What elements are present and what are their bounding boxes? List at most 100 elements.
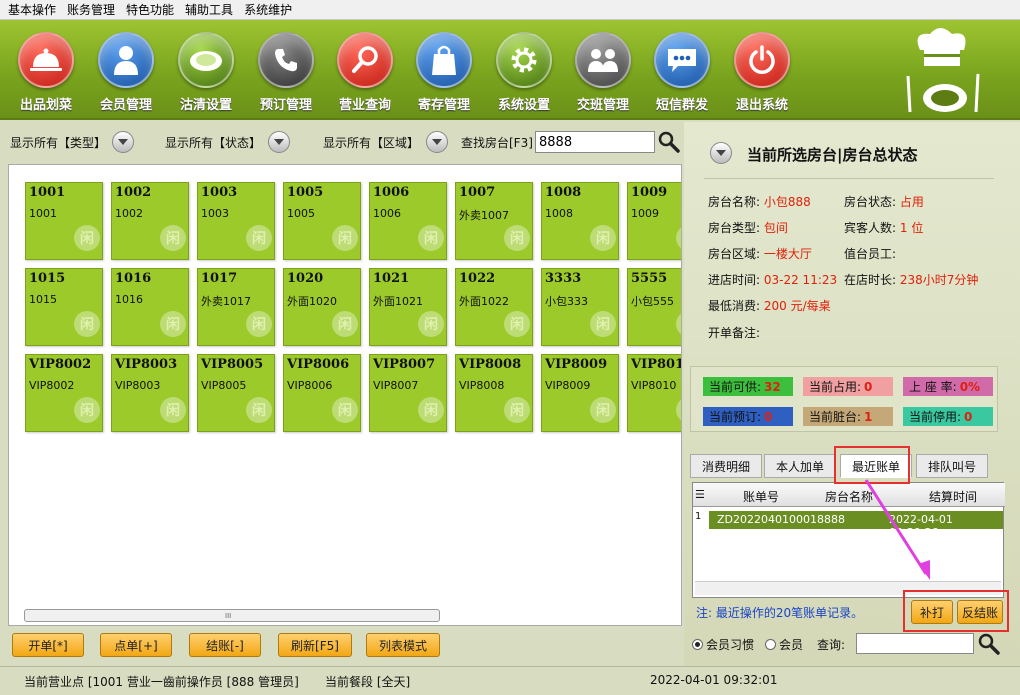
toolbar-settings-button[interactable]: 系统设置 <box>488 28 560 118</box>
room-tile[interactable]: 1017 外卖1017 闲 <box>197 268 275 346</box>
find-room-label: 查找房台[F3] <box>461 136 533 150</box>
panel-collapse-dropdown[interactable] <box>710 142 732 164</box>
room-tile[interactable]: 1005 1005 闲 <box>283 182 361 260</box>
stats-box: 当前可供: 32 当前占用: 0 上 座 率: 0% 当前预订: 0 当前脏台: 1 当前… <box>690 366 998 432</box>
room-tile[interactable]: 1003 1003 闲 <box>197 182 275 260</box>
room-tile[interactable]: 3333 小包333 闲 <box>541 268 619 346</box>
room-tile-name: VIP8008 <box>459 379 505 392</box>
room-tile[interactable]: VIP8005 VIP8005 闲 <box>197 354 275 432</box>
room-tile[interactable]: VIP8006 VIP8006 闲 <box>283 354 361 432</box>
toolbar-exit-button[interactable]: 退出系统 <box>726 28 798 118</box>
stat-dirty-label: 当前脏台: <box>809 410 862 424</box>
toolbar-serving-button[interactable]: 出品划菜 <box>10 28 82 118</box>
menu-item-features[interactable]: 特色功能 <box>126 1 174 18</box>
toolbar-soldout-button[interactable]: 沽清设置 <box>170 28 242 118</box>
room-type-value: 包间 <box>763 221 788 235</box>
room-grid-scrollbar[interactable]: III <box>24 609 440 622</box>
room-tile-number: 1005 <box>287 185 324 200</box>
room-tile-name: 小包555 <box>631 295 674 308</box>
find-room-search-icon[interactable] <box>658 131 680 153</box>
room-tile[interactable]: 1006 1006 闲 <box>369 182 447 260</box>
reprint-button[interactable]: 补打 <box>911 600 953 624</box>
stat-occupied-label: 当前占用: <box>809 380 862 394</box>
idle-status-icon: 闲 <box>160 397 186 423</box>
in-time-row: 进店时间: 03-22 11:23 <box>708 271 837 288</box>
toolbar-serving-label: 出品划菜 <box>19 98 72 113</box>
list-mode-button[interactable]: 列表模式 <box>366 633 440 657</box>
room-tile-number: VIP8003 <box>115 357 178 372</box>
filter-state-dropdown[interactable] <box>268 131 290 153</box>
toolbar-booking-button[interactable]: 预订管理 <box>250 28 322 118</box>
room-tile[interactable]: 1022 外面1022 闲 <box>455 268 533 346</box>
room-tile-name: 1016 <box>115 293 143 306</box>
room-tile-number: 1008 <box>545 185 582 200</box>
room-tile[interactable]: VIP8003 VIP8003 闲 <box>111 354 189 432</box>
tab-my-orders[interactable]: 本人加单 <box>764 454 836 478</box>
room-tile-name: VIP8010 <box>631 379 677 392</box>
room-tile[interactable]: 1020 外面1020 闲 <box>283 268 361 346</box>
member-radio[interactable]: 会员 <box>765 636 803 653</box>
room-tile[interactable]: VIP8007 VIP8007 闲 <box>369 354 447 432</box>
room-tile-name: VIP8009 <box>545 379 591 392</box>
stat-reserved-label: 当前预订: <box>709 410 762 424</box>
toolbar-storage-button[interactable]: 寄存管理 <box>408 28 480 118</box>
room-tile-number: VIP8008 <box>459 357 522 372</box>
menu-item-basic[interactable]: 基本操作 <box>8 1 56 18</box>
tab-consumption-detail[interactable]: 消费明细 <box>690 454 762 478</box>
table-row[interactable]: ZD202204010001 8888 2022-04-01 09:30:36 <box>709 511 1003 539</box>
idle-status-icon: 闲 <box>676 225 681 251</box>
room-tile-number: 1006 <box>373 185 410 200</box>
idle-status-icon: 闲 <box>418 311 444 337</box>
room-tile[interactable]: VIP8002 VIP8002 闲 <box>25 354 103 432</box>
add-dish-button[interactable]: 点单[+] <box>100 633 172 657</box>
menu-item-tools[interactable]: 辅助工具 <box>185 1 233 18</box>
tab-queue-call[interactable]: 排队叫号 <box>916 454 988 478</box>
toolbar-sms-button[interactable]: 短信群发 <box>646 28 718 118</box>
idle-status-icon: 闲 <box>676 311 681 337</box>
action-button-row: 开单[*] 点单[+] 结账[-] 刷新[F5] 列表模式 <box>0 630 690 660</box>
room-tile[interactable]: 1009 1009 闲 <box>627 182 681 260</box>
query-input[interactable] <box>856 633 974 654</box>
toolbar-soldout-label: 沽清设置 <box>179 98 232 113</box>
stat-available-value: 32 <box>764 379 781 394</box>
room-tile[interactable]: 1016 1016 闲 <box>111 268 189 346</box>
toolbar-member-button[interactable]: 会员管理 <box>90 28 162 118</box>
menu-item-accounts[interactable]: 账务管理 <box>67 1 115 18</box>
room-tile[interactable]: 1021 外面1021 闲 <box>369 268 447 346</box>
filter-area-dropdown[interactable] <box>426 131 448 153</box>
query-search-icon[interactable] <box>978 633 1000 655</box>
room-tile[interactable]: 1002 1002 闲 <box>111 182 189 260</box>
room-name-value: 小包888 <box>763 195 811 209</box>
idle-status-icon: 闲 <box>418 225 444 251</box>
find-room-input[interactable] <box>535 131 655 153</box>
open-order-button[interactable]: 开单[*] <box>12 633 84 657</box>
idle-status-icon: 闲 <box>74 311 100 337</box>
room-tile-name: 1006 <box>373 207 401 220</box>
member-habit-radio[interactable]: 会员习惯 <box>692 636 754 653</box>
room-tile[interactable]: 1015 1015 闲 <box>25 268 103 346</box>
room-tile[interactable]: 1008 1008 闲 <box>541 182 619 260</box>
idle-status-icon: 闲 <box>504 311 530 337</box>
room-tile[interactable]: 5555 小包555闲 <box>627 268 681 346</box>
room-tile[interactable]: VIP8010 VIP8010 闲 <box>627 354 681 432</box>
room-tile-number: 1009 <box>631 185 668 200</box>
toolbar-shift-label: 交班管理 <box>576 98 629 113</box>
col-bill-no[interactable]: 账单号 <box>743 488 779 505</box>
toolbar-business-query-button[interactable]: 营业查询 <box>329 28 401 118</box>
idle-status-icon: 闲 <box>246 397 272 423</box>
room-area-label: 房台区域: <box>708 247 761 261</box>
menu-item-system[interactable]: 系统维护 <box>244 1 292 18</box>
room-tile-number: VIP8007 <box>373 357 436 372</box>
room-tile-name: 小包333 <box>545 295 588 308</box>
room-tile[interactable]: 1007 外卖1007 闲 <box>455 182 533 260</box>
toolbar-shift-button[interactable]: 交班管理 <box>567 28 639 118</box>
room-tile[interactable]: VIP8008 VIP8008 闲 <box>455 354 533 432</box>
room-tile-name: 1002 <box>115 207 143 220</box>
reverse-checkout-button[interactable]: 反结账 <box>957 600 1003 624</box>
filter-type-dropdown[interactable] <box>112 131 134 153</box>
checkout-button[interactable]: 结账[-] <box>189 633 261 657</box>
room-tile[interactable]: VIP8009 VIP8009 闲 <box>541 354 619 432</box>
in-time-label: 进店时间: <box>708 273 761 287</box>
refresh-button[interactable]: 刷新[F5] <box>278 633 352 657</box>
room-tile[interactable]: 1001 1001 闲 <box>25 182 103 260</box>
